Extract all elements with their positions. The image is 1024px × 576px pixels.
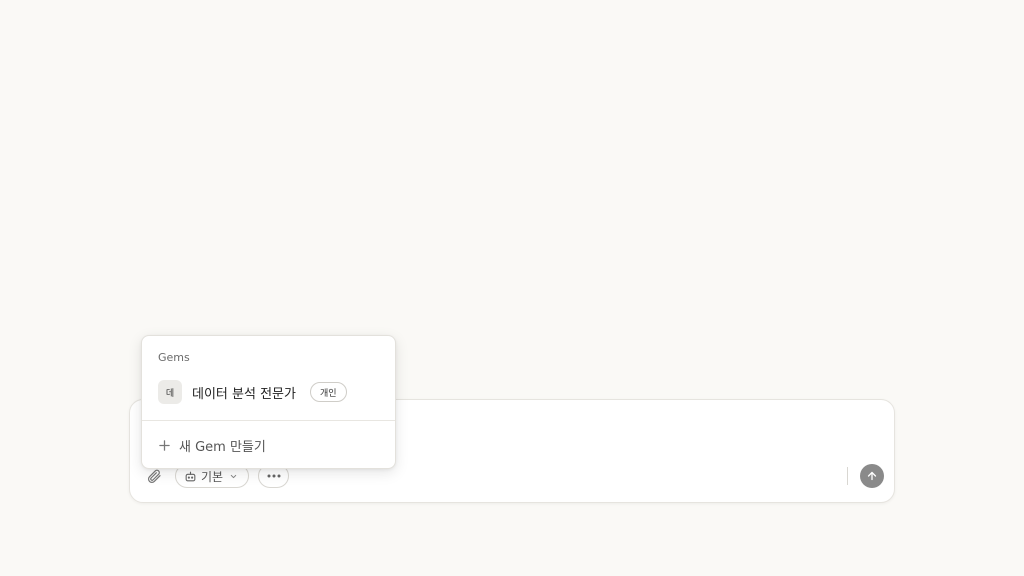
page: 기본 Gems 데 데이터 분석 전문가 개인 새 Gem 만들기	[0, 0, 1024, 576]
new-gem-label: 새 Gem 만들기	[179, 440, 266, 455]
plus-icon	[158, 440, 170, 452]
robot-icon	[184, 470, 197, 483]
arrow-up-icon	[866, 470, 878, 482]
gem-badge: 개인	[309, 382, 347, 402]
gem-avatar: 데	[158, 380, 182, 404]
paperclip-icon	[146, 468, 162, 484]
toolbar-divider	[847, 467, 848, 485]
model-label: 기본	[201, 469, 224, 484]
ellipsis-icon	[267, 474, 281, 478]
menu-heading: Gems	[158, 351, 190, 364]
gem-name: 데이터 분석 전문가	[192, 386, 296, 402]
menu-divider	[142, 420, 395, 421]
new-gem-button[interactable]: 새 Gem 만들기	[158, 436, 266, 455]
send-button[interactable]	[860, 464, 884, 488]
gem-item[interactable]: 데 데이터 분석 전문가 개인	[158, 380, 379, 404]
gems-menu: Gems 데 데이터 분석 전문가 개인 새 Gem 만들기	[141, 335, 396, 469]
chevron-down-icon	[229, 472, 238, 481]
